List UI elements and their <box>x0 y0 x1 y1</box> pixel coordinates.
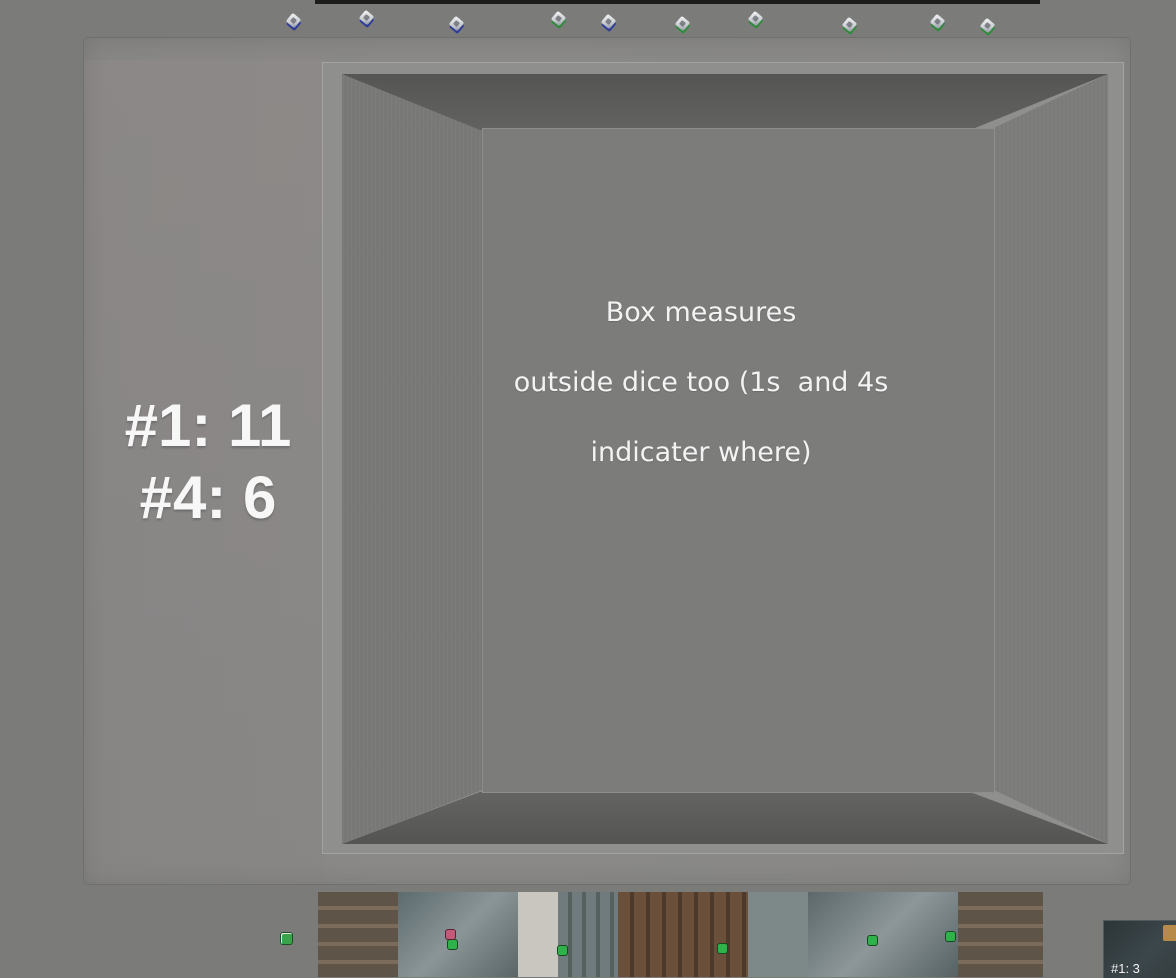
die-icon[interactable] <box>929 13 946 30</box>
die-icon[interactable] <box>946 932 955 941</box>
board-tile <box>558 892 618 977</box>
board-tile <box>808 892 958 977</box>
die-icon[interactable] <box>841 16 858 33</box>
die-icon[interactable] <box>550 10 567 27</box>
board-tile <box>518 892 558 977</box>
die-icon[interactable] <box>600 13 617 30</box>
die-icon[interactable] <box>674 15 691 32</box>
tray-wall-left <box>342 74 482 844</box>
board-tile <box>748 892 808 977</box>
tray-note-line: indicater where) <box>590 437 812 468</box>
die-icon[interactable] <box>448 940 457 949</box>
tray-note: Box measures outside dice too (1s and 4s… <box>482 278 920 488</box>
tray-note-line: Box measures <box>605 297 797 328</box>
die-icon[interactable] <box>747 10 764 27</box>
count-fours: #4: 6 <box>139 464 277 531</box>
die-icon[interactable] <box>446 930 455 939</box>
dice-count-display: #1: 11 #4: 6 <box>90 390 326 534</box>
panel-tab[interactable] <box>1163 925 1176 941</box>
board-tile <box>958 892 1043 977</box>
die-icon[interactable] <box>358 9 375 26</box>
tray-wall-right <box>994 74 1108 844</box>
die-icon[interactable] <box>979 17 996 34</box>
board-tile <box>398 892 518 977</box>
die-icon[interactable] <box>558 946 567 955</box>
die-icon[interactable] <box>448 15 465 32</box>
die-icon[interactable] <box>718 944 727 953</box>
die-icon[interactable] <box>281 933 292 944</box>
mini-count-label: #1: 3 <box>1111 961 1140 976</box>
count-ones: #1: 11 <box>124 392 292 459</box>
mini-dice-panel[interactable]: #1: 3 <box>1103 920 1176 978</box>
top-board-edge <box>315 0 1040 4</box>
board-tile <box>618 892 748 977</box>
board-tile <box>318 892 398 977</box>
die-icon[interactable] <box>285 12 302 29</box>
die-icon[interactable] <box>868 936 877 945</box>
game-board-strip[interactable] <box>318 892 1043 977</box>
tray-note-line: outside dice too (1s and 4s <box>513 367 889 398</box>
